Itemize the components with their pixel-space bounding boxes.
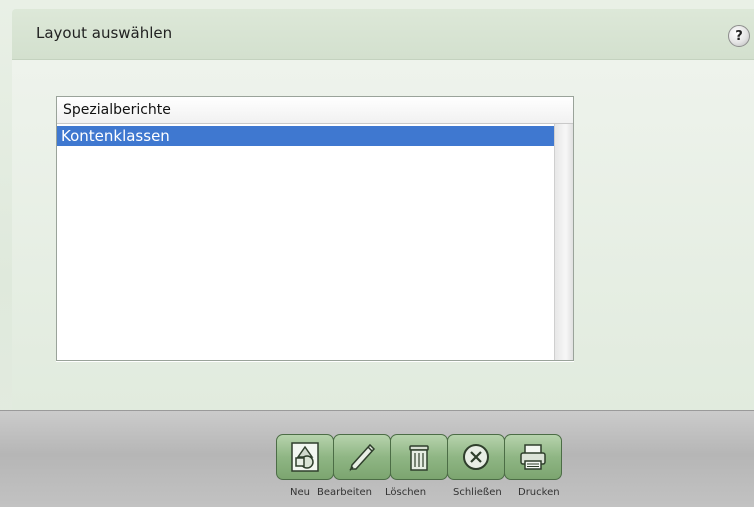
help-button[interactable]: ? <box>728 25 750 47</box>
new-label: Neu <box>290 487 310 498</box>
pencil-icon <box>349 443 376 472</box>
close-label: Schließen <box>453 487 502 498</box>
edit-label: Bearbeiten <box>317 487 372 498</box>
list-item-label: Kontenklassen <box>61 127 170 145</box>
close-circle-icon <box>463 444 489 470</box>
list-item[interactable]: Kontenklassen <box>57 126 555 146</box>
close-button[interactable] <box>447 434 505 480</box>
layout-dialog: Layout auswählen ? Spezialberichte Konte… <box>0 0 754 507</box>
print-label: Drucken <box>518 487 560 498</box>
toolbar-labels: Neu Bearbeiten Löschen Schließen Drucken <box>0 487 754 503</box>
new-button[interactable] <box>276 434 334 480</box>
layout-list[interactable]: Spezialberichte Kontenklassen <box>56 96 574 361</box>
list-column-header[interactable]: Spezialberichte <box>57 97 573 124</box>
list-scrollbar[interactable] <box>554 124 573 360</box>
edit-button[interactable] <box>333 434 391 480</box>
delete-label: Löschen <box>385 487 427 498</box>
dialog-header: Layout auswählen ? <box>12 9 754 60</box>
print-button[interactable] <box>504 434 562 480</box>
dialog-title: Layout auswählen <box>36 24 173 42</box>
list-header-label: Spezialberichte <box>63 102 171 118</box>
action-toolbar <box>276 434 562 482</box>
printer-icon <box>520 444 546 470</box>
list-body: Kontenklassen <box>57 124 555 360</box>
new-document-icon <box>291 442 319 472</box>
delete-button[interactable] <box>390 434 448 480</box>
trash-icon <box>409 445 429 471</box>
